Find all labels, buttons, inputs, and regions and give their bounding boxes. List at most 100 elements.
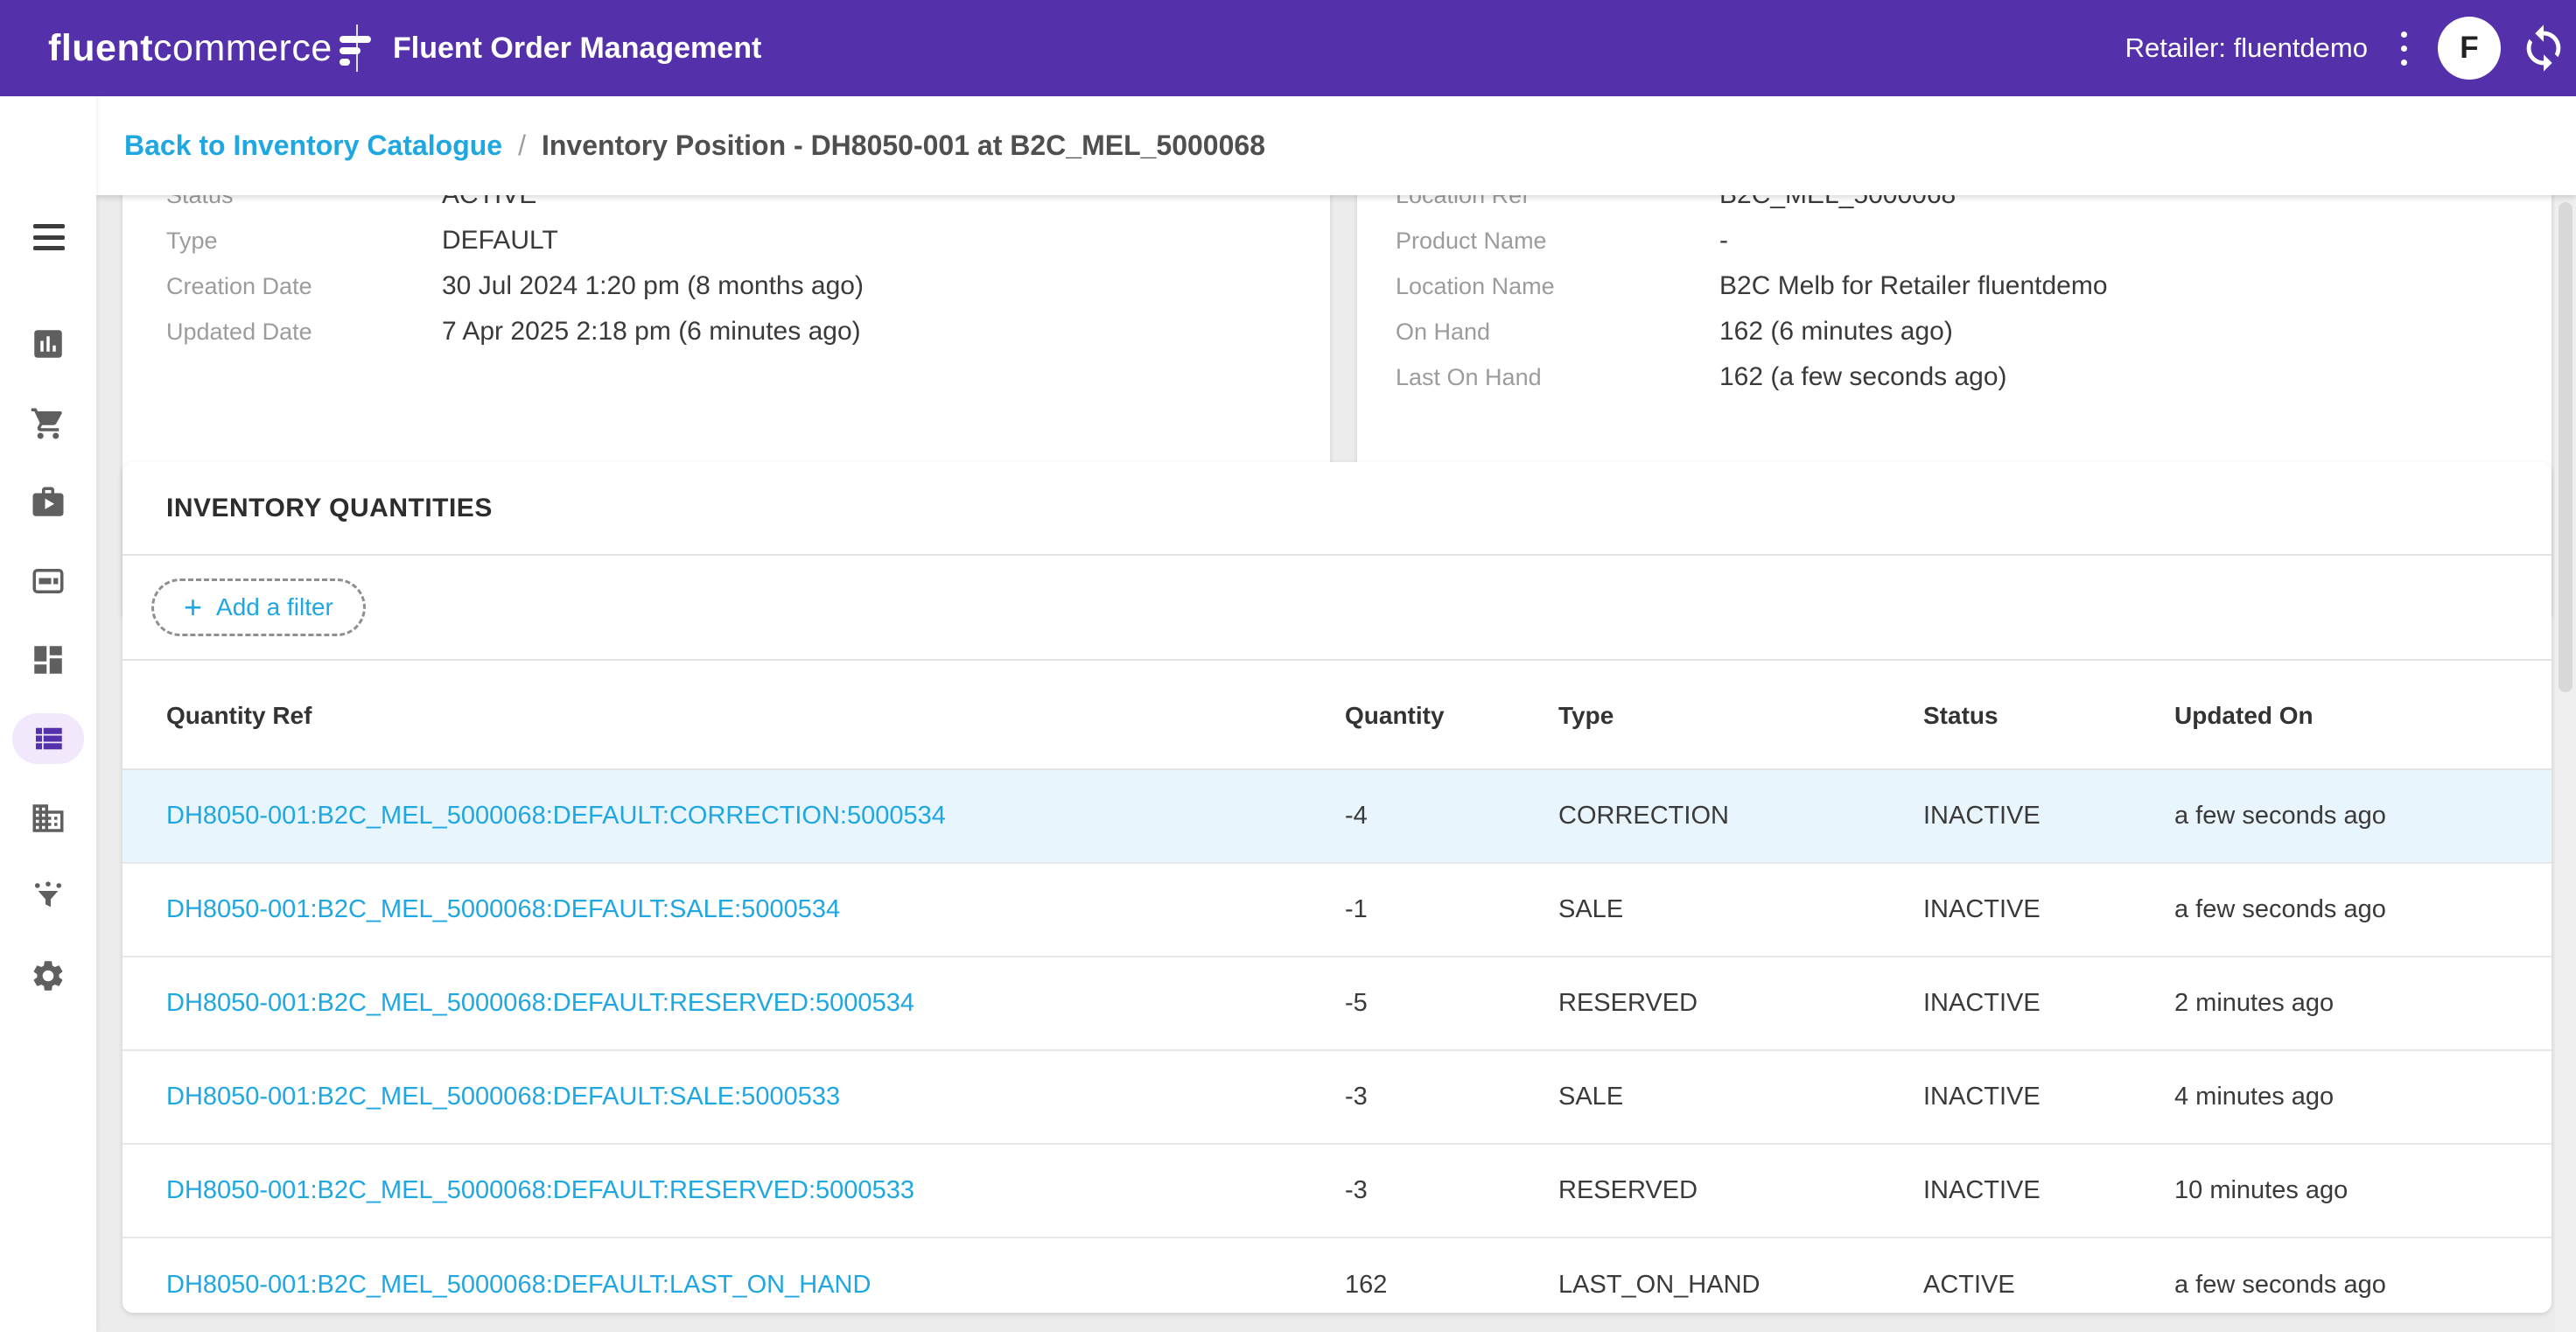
table-row[interactable]: DH8050-001:B2C_MEL_5000068:DEFAULT:CORRE… bbox=[122, 770, 2552, 864]
building-icon bbox=[30, 800, 66, 837]
sidebar-item-inventory[interactable] bbox=[12, 713, 84, 764]
detail-label: Type bbox=[166, 228, 442, 255]
detail-label: Last On Hand bbox=[1396, 364, 1719, 391]
type-cell: RESERVED bbox=[1558, 1176, 1923, 1205]
detail-row: Location Name B2C Melb for Retailer flue… bbox=[1357, 263, 2552, 309]
app-title: Fluent Order Management bbox=[393, 0, 761, 96]
app-header: fluentcommerce Fluent Order Management R… bbox=[0, 0, 2576, 96]
updated-on-cell: a few seconds ago bbox=[2174, 1271, 2552, 1300]
detail-row: Last On Hand 162 (a few seconds ago) bbox=[1357, 354, 2552, 400]
filter-bar: + Add a filter bbox=[122, 556, 2552, 661]
list-icon bbox=[30, 720, 66, 757]
detail-value: 162 (a few seconds ago) bbox=[1719, 362, 2007, 392]
add-filter-label: Add a filter bbox=[216, 593, 333, 621]
type-cell: SALE bbox=[1558, 895, 1923, 924]
card-panel-icon bbox=[30, 563, 66, 599]
plus-icon: + bbox=[184, 592, 202, 623]
updated-on-cell: a few seconds ago bbox=[2174, 895, 2552, 924]
inventory-position-page: Status ACTIVE Type DEFAULT Creation Date… bbox=[0, 0, 2576, 1332]
sidebar-item-settings[interactable] bbox=[0, 950, 96, 1002]
status-cell: INACTIVE bbox=[1923, 895, 2174, 924]
refresh-icon[interactable] bbox=[2518, 23, 2569, 74]
fluentcommerce-logo: fluentcommerce bbox=[48, 0, 371, 96]
detail-value: - bbox=[1719, 226, 1728, 256]
quantity-cell: -3 bbox=[1345, 1176, 1558, 1205]
quantity-cell: -3 bbox=[1345, 1083, 1558, 1111]
col-header-updated-on: Updated On bbox=[2174, 702, 2552, 768]
add-filter-button[interactable]: + Add a filter bbox=[151, 578, 366, 636]
gear-icon bbox=[30, 957, 66, 994]
type-cell: LAST_ON_HAND bbox=[1558, 1271, 1923, 1300]
type-cell: CORRECTION bbox=[1558, 802, 1923, 831]
breadcrumb-separator: / bbox=[518, 130, 526, 162]
detail-label: Location Name bbox=[1396, 273, 1719, 300]
type-cell: RESERVED bbox=[1558, 989, 1923, 1018]
inventory-quantities-card: INVENTORY QUANTITIES + Add a filter Quan… bbox=[122, 462, 2552, 1313]
detail-label: Creation Date bbox=[166, 273, 442, 300]
type-cell: SALE bbox=[1558, 1083, 1923, 1111]
quantity-ref-link[interactable]: DH8050-001:B2C_MEL_5000068:DEFAULT:SALE:… bbox=[166, 1083, 840, 1111]
quantity-cell: -4 bbox=[1345, 802, 1558, 831]
scrollbar-track bbox=[2555, 195, 2576, 1332]
detail-row: Creation Date 30 Jul 2024 1:20 pm (8 mon… bbox=[122, 263, 1330, 309]
hamburger-menu-icon[interactable] bbox=[33, 224, 65, 250]
detail-value: 162 (6 minutes ago) bbox=[1719, 317, 1953, 347]
updated-on-cell: 4 minutes ago bbox=[2174, 1083, 2552, 1111]
table-row[interactable]: DH8050-001:B2C_MEL_5000068:DEFAULT:SALE:… bbox=[122, 864, 2552, 957]
detail-value: B2C Melb for Retailer fluentdemo bbox=[1719, 271, 2108, 301]
table-row[interactable]: DH8050-001:B2C_MEL_5000068:DEFAULT:RESER… bbox=[122, 1145, 2552, 1238]
quantity-ref-link[interactable]: DH8050-001:B2C_MEL_5000068:DEFAULT:RESER… bbox=[166, 989, 914, 1017]
scrollbar-thumb[interactable] bbox=[2558, 202, 2572, 692]
dashboard-icon bbox=[30, 641, 66, 678]
breadcrumb-back-link[interactable]: Back to Inventory Catalogue bbox=[124, 130, 502, 162]
quantity-cell: 162 bbox=[1345, 1271, 1558, 1300]
quantity-ref-link[interactable]: DH8050-001:B2C_MEL_5000068:DEFAULT:CORRE… bbox=[166, 802, 946, 830]
briefcase-play-icon bbox=[30, 484, 66, 521]
avatar[interactable]: F bbox=[2438, 17, 2501, 80]
detail-row: Type DEFAULT bbox=[122, 218, 1330, 263]
table-row[interactable]: DH8050-001:B2C_MEL_5000068:DEFAULT:RESER… bbox=[122, 957, 2552, 1051]
status-cell: INACTIVE bbox=[1923, 1083, 2174, 1111]
sidebar-item-insights[interactable] bbox=[0, 871, 96, 923]
sidebar-item-dashboard[interactable] bbox=[0, 634, 96, 686]
section-title: INVENTORY QUANTITIES bbox=[166, 494, 493, 523]
col-header-quantity: Quantity bbox=[1345, 702, 1558, 768]
status-cell: ACTIVE bbox=[1923, 1271, 2174, 1300]
sidebar-item-analytics[interactable] bbox=[0, 318, 96, 370]
retailer-label: Retailer: fluentdemo bbox=[2125, 0, 2368, 96]
sidebar-item-fulfilment[interactable] bbox=[0, 476, 96, 529]
quantity-cell: -5 bbox=[1345, 989, 1558, 1018]
page-title: Inventory Position - DH8050-001 at B2C_M… bbox=[542, 130, 1265, 162]
updated-on-cell: a few seconds ago bbox=[2174, 802, 2552, 831]
updated-on-cell: 10 minutes ago bbox=[2174, 1176, 2552, 1205]
status-cell: INACTIVE bbox=[1923, 802, 2174, 831]
table-row[interactable]: DH8050-001:B2C_MEL_5000068:DEFAULT:LAST_… bbox=[122, 1238, 2552, 1313]
sidebar-item-orders[interactable] bbox=[0, 397, 96, 450]
breadcrumb: Back to Inventory Catalogue / Inventory … bbox=[96, 96, 2576, 195]
detail-row: On Hand 162 (6 minutes ago) bbox=[1357, 309, 2552, 354]
status-cell: INACTIVE bbox=[1923, 989, 2174, 1018]
updated-on-cell: 2 minutes ago bbox=[2174, 989, 2552, 1018]
detail-label: Product Name bbox=[1396, 228, 1719, 255]
detail-row: Product Name - bbox=[1357, 218, 2552, 263]
kebab-menu-icon[interactable] bbox=[2393, 0, 2414, 96]
table-row[interactable]: DH8050-001:B2C_MEL_5000068:DEFAULT:SALE:… bbox=[122, 1051, 2552, 1145]
detail-row: Updated Date 7 Apr 2025 2:18 pm (6 minut… bbox=[122, 309, 1330, 354]
status-cell: INACTIVE bbox=[1923, 1176, 2174, 1205]
detail-value: DEFAULT bbox=[442, 226, 558, 256]
sidebar-item-locations[interactable] bbox=[0, 792, 96, 845]
shopping-cart-icon bbox=[30, 405, 66, 442]
quantity-cell: -1 bbox=[1345, 895, 1558, 924]
quantity-ref-link[interactable]: DH8050-001:B2C_MEL_5000068:DEFAULT:RESER… bbox=[166, 1176, 914, 1204]
col-header-type: Type bbox=[1558, 702, 1923, 768]
sidebar bbox=[0, 96, 96, 1332]
content-area: Status ACTIVE Type DEFAULT Creation Date… bbox=[96, 195, 2576, 1332]
sidebar-item-billing[interactable] bbox=[0, 555, 96, 607]
logo-text-light: commerce bbox=[153, 27, 332, 70]
section-header: INVENTORY QUANTITIES bbox=[122, 462, 2552, 556]
quantity-ref-link[interactable]: DH8050-001:B2C_MEL_5000068:DEFAULT:SALE:… bbox=[166, 895, 840, 923]
logo-mark-icon bbox=[340, 36, 371, 66]
logo-text-bold: fluent bbox=[48, 27, 153, 70]
quantity-ref-link[interactable]: DH8050-001:B2C_MEL_5000068:DEFAULT:LAST_… bbox=[166, 1271, 871, 1299]
header-divider bbox=[356, 25, 358, 72]
